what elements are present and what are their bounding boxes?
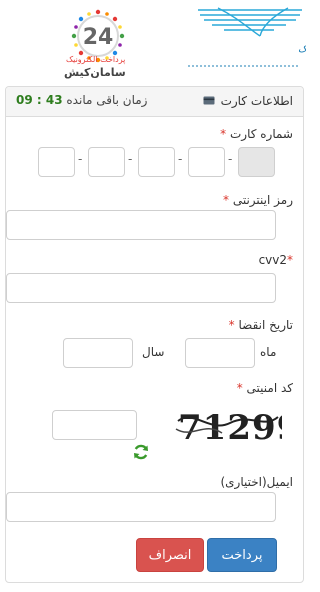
card-number-part-3[interactable] — [138, 147, 175, 177]
refresh-captcha-icon[interactable] — [132, 443, 150, 461]
card-dash: - — [178, 152, 183, 166]
logo-text-bottom: سامان‌کیش — [64, 66, 126, 79]
captcha-input[interactable] — [52, 410, 137, 440]
cancel-button[interactable]: انصراف — [136, 538, 204, 572]
svg-text:71299: 71299 — [178, 408, 282, 448]
month-label: ماه — [260, 345, 277, 359]
expiry-year-input[interactable] — [63, 338, 133, 368]
panel-header: اطلاعات کارت زمان باقی مانده 43 : 09 — [6, 87, 303, 117]
shaparak-logo: شرکت شاپرک — [178, 4, 320, 80]
card-dash: - — [228, 152, 233, 166]
cvv2-input[interactable] — [6, 273, 276, 303]
card-number-label: شماره کارت * — [220, 127, 293, 141]
card-number-part-4[interactable] — [88, 147, 125, 177]
email-input[interactable] — [6, 492, 276, 522]
expiry-label: تاریخ انقضا * — [228, 318, 293, 332]
saman-kish-logo: 24 پرداخت الکترونیک سامان‌کیش — [2, 4, 130, 82]
card-dash: - — [78, 152, 83, 166]
panel-title: اطلاعات کارت — [220, 94, 293, 108]
cvv2-label: *cvv2 — [258, 253, 293, 267]
captcha-label: کد امنیتی * — [236, 381, 293, 395]
password-input[interactable] — [6, 210, 276, 240]
logo-text-top: پرداخت الکترونیک — [66, 55, 125, 64]
card-info-panel: اطلاعات کارت زمان باقی مانده 43 : 09 شما… — [5, 86, 304, 583]
credit-card-icon — [203, 96, 215, 105]
logo-text-right: شرکت شاپرک — [298, 44, 306, 55]
year-label: سال — [142, 345, 165, 359]
captcha-image: 71299 — [174, 399, 300, 451]
card-number-part-5[interactable] — [38, 147, 75, 177]
logo-number: 24 — [83, 25, 114, 50]
timer-label: زمان باقی مانده — [66, 93, 148, 107]
card-number-part-2[interactable] — [188, 147, 225, 177]
countdown-timer: زمان باقی مانده 43 : 09 — [16, 93, 147, 107]
email-label: ایمیل(اختیاری) — [220, 475, 293, 489]
card-dash: - — [128, 152, 133, 166]
header: 24 پرداخت الکترونیک سامان‌کیش شرکت شاپرک — [0, 0, 320, 84]
password-label: رمز اینترنتی * — [223, 193, 293, 207]
timer-value: 43 : 09 — [16, 93, 63, 107]
expiry-month-input[interactable] — [185, 338, 255, 368]
card-number-part-1[interactable] — [238, 147, 275, 177]
pay-button[interactable]: پرداخت — [207, 538, 277, 572]
